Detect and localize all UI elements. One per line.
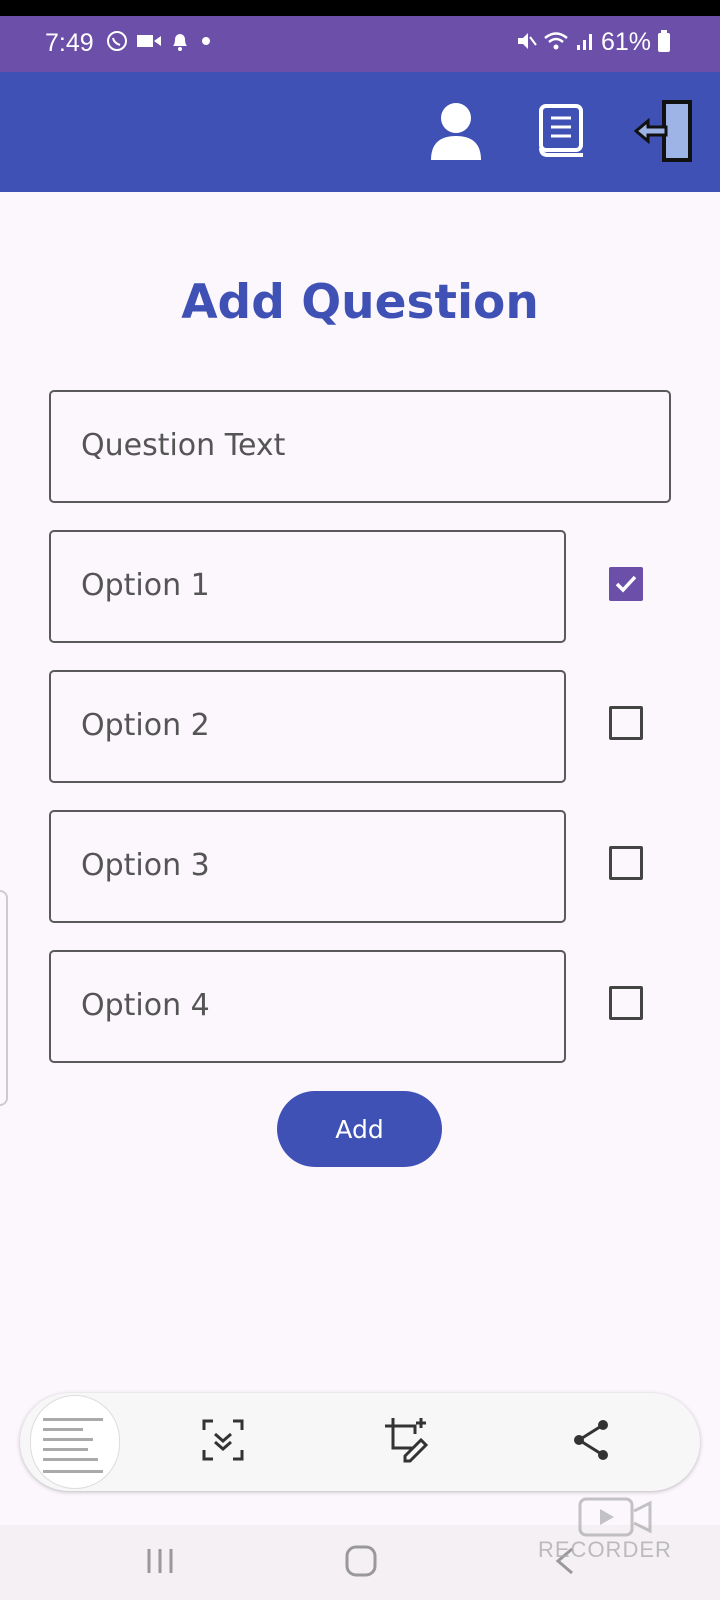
book-icon — [536, 103, 586, 163]
capture-toolbar — [20, 1393, 700, 1491]
profile-icon — [428, 100, 484, 166]
battery-percent: 61% — [601, 28, 652, 56]
top-edge — [0, 0, 720, 16]
wifi-icon — [543, 30, 569, 56]
whatsapp-icon — [106, 30, 128, 56]
option-4-field[interactable]: Option 4 — [49, 950, 566, 1063]
share-button[interactable] — [566, 1417, 616, 1467]
option-4-checkbox[interactable] — [609, 986, 643, 1020]
share-icon — [571, 1418, 611, 1466]
crop-edit-button[interactable] — [382, 1417, 432, 1467]
scroll-capture-button[interactable] — [198, 1417, 248, 1467]
option-3-field[interactable]: Option 3 — [49, 810, 566, 923]
profile-button[interactable] — [421, 98, 491, 168]
check-icon — [615, 575, 637, 593]
watermark-text: RECORDER — [538, 1537, 672, 1562]
mute-icon — [515, 30, 537, 56]
scroll-capture-icon — [201, 1418, 245, 1466]
status-time: 7:49 — [45, 29, 94, 57]
add-button[interactable]: Add — [277, 1091, 442, 1167]
page-title: Add Question — [181, 275, 539, 330]
screenshot-thumbnail[interactable] — [30, 1395, 120, 1489]
app-bar — [0, 72, 720, 192]
recents-icon — [144, 1546, 176, 1580]
option-2-checkbox[interactable] — [609, 706, 643, 740]
bell-icon — [170, 30, 190, 56]
option-2-placeholder: Option 2 — [81, 708, 210, 743]
option-1-field[interactable]: Option 1 — [49, 530, 566, 643]
book-button[interactable] — [526, 98, 596, 168]
crop-edit-icon — [383, 1416, 431, 1468]
dot-icon — [198, 33, 214, 53]
status-bar: 7:49 61% — [0, 16, 720, 72]
option-3-placeholder: Option 3 — [81, 848, 210, 883]
question-text-placeholder: Question Text — [81, 428, 286, 463]
option-3-checkbox[interactable] — [609, 846, 643, 880]
option-1-placeholder: Option 1 — [81, 568, 210, 603]
option-2-field[interactable]: Option 2 — [49, 670, 566, 783]
video-recorder-icon — [578, 1495, 654, 1543]
home-button[interactable] — [336, 1543, 386, 1583]
question-text-field[interactable]: Question Text — [49, 390, 671, 503]
recorder-watermark: RECORDER — [538, 1495, 698, 1575]
video-icon — [136, 32, 162, 54]
signal-icon — [575, 30, 595, 56]
option-4-placeholder: Option 4 — [81, 988, 210, 1023]
logout-button[interactable] — [630, 98, 700, 168]
option-1-checkbox[interactable] — [609, 567, 643, 601]
logout-icon — [633, 99, 696, 167]
edge-panel-handle[interactable] — [0, 890, 8, 1106]
recents-button[interactable] — [135, 1543, 185, 1583]
battery-icon — [657, 29, 671, 57]
home-icon — [344, 1544, 378, 1582]
